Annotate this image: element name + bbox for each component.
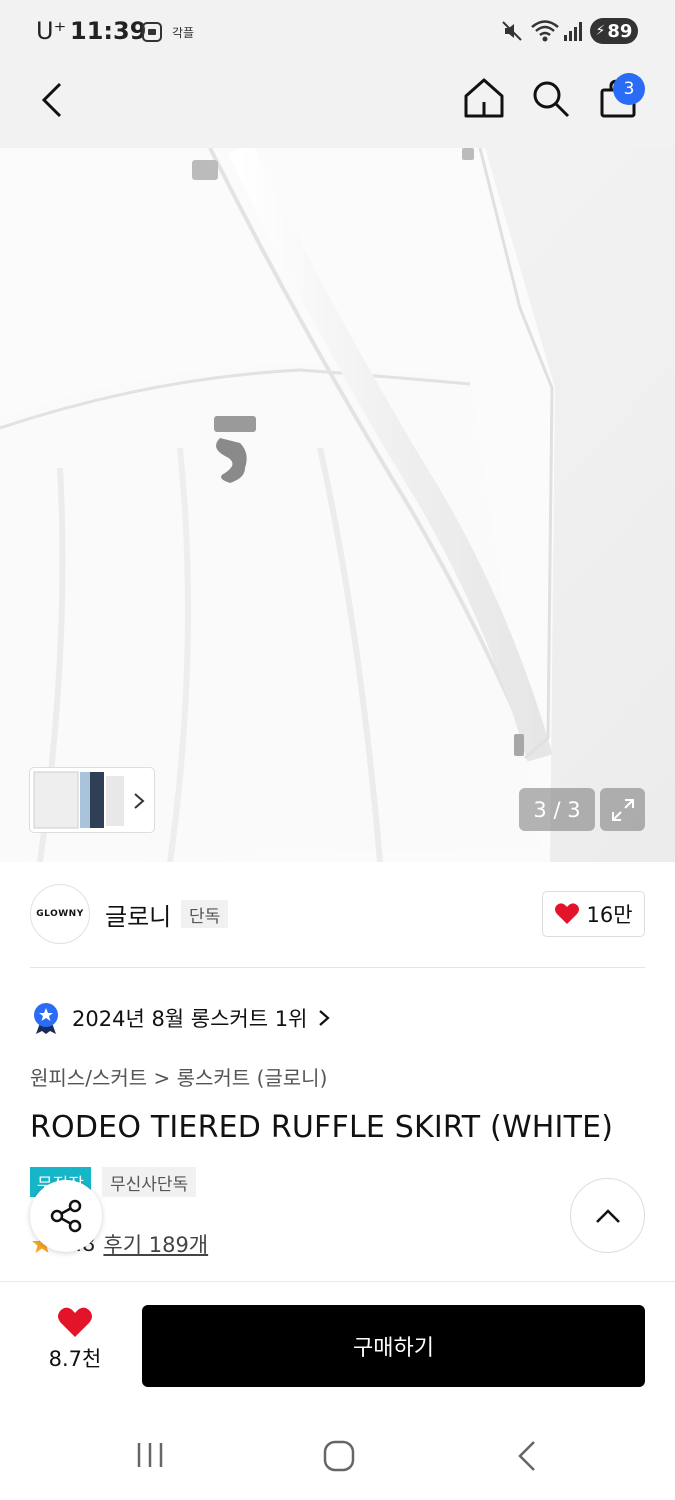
expand-icon: [611, 798, 634, 821]
product-title: RODEO TIERED RUFFLE SKIRT (WHITE): [30, 1110, 614, 1145]
battery-indicator: ⚡ 89: [590, 18, 638, 44]
recents-icon[interactable]: [134, 1439, 166, 1471]
brand-like-button[interactable]: 16만: [542, 891, 645, 937]
battery-level: 89: [607, 20, 633, 42]
skirt-photo: [0, 148, 675, 862]
heart-icon: [555, 903, 580, 924]
home-icon[interactable]: [462, 76, 506, 120]
bottom-bar-divider: [0, 1281, 675, 1282]
ranking-text: 2024년 8월 롱스커트 1위: [72, 1007, 308, 1031]
wishlist-button[interactable]: 8.7천: [40, 1305, 110, 1373]
clock: 11:39: [70, 17, 147, 45]
wishlist-count: 8.7천: [48, 1347, 102, 1371]
home-circle-icon[interactable]: [322, 1439, 356, 1473]
scroll-to-top-button[interactable]: [570, 1178, 645, 1253]
brand-name[interactable]: 글로니: [105, 897, 171, 932]
cart-count-badge: 3: [613, 73, 645, 105]
status-bar: U⁺ 11:39 각플 ⚡ 89: [0, 0, 675, 62]
brand-like-count: 16만: [586, 903, 633, 927]
product-image[interactable]: 3 / 3: [0, 148, 675, 862]
screen-capture-icon: [142, 22, 162, 42]
ranking-link[interactable]: 2024년 8월 롱스커트 1위: [30, 1000, 331, 1036]
share-button[interactable]: [30, 1180, 102, 1252]
review-count-link[interactable]: 후기 189개: [103, 1229, 208, 1259]
chevron-right-icon: [319, 1010, 331, 1026]
indicator-text: 각플: [172, 26, 195, 40]
brand-tag: 단독: [181, 900, 229, 928]
share-icon: [50, 1199, 82, 1233]
exclusive-tag: 무신사단독: [102, 1167, 197, 1197]
chevron-right-icon: [134, 793, 145, 809]
heart-icon: [58, 1307, 92, 1337]
divider: [30, 967, 645, 968]
ranking-badge-icon: [34, 1003, 58, 1034]
thumbnail-strip[interactable]: [30, 768, 154, 832]
search-icon[interactable]: [530, 78, 572, 120]
system-navigation-bar: [0, 1405, 675, 1500]
mute-icon: [502, 21, 522, 41]
buy-button[interactable]: 구매하기: [142, 1305, 645, 1387]
expand-button[interactable]: [600, 788, 645, 831]
signal-icon: [564, 22, 582, 41]
breadcrumb[interactable]: 원피스/스커트 > 롱스커트 (글로니): [30, 1062, 327, 1091]
chevron-up-icon: [595, 1208, 620, 1223]
carrier-label: U⁺: [36, 17, 67, 45]
top-navigation: [0, 62, 675, 148]
back-icon[interactable]: [514, 1439, 542, 1473]
back-arrow-icon[interactable]: [36, 80, 70, 120]
brand-logo[interactable]: GLOWNY: [30, 884, 90, 944]
wifi-icon: [531, 20, 559, 42]
image-counter: 3 / 3: [519, 788, 595, 831]
